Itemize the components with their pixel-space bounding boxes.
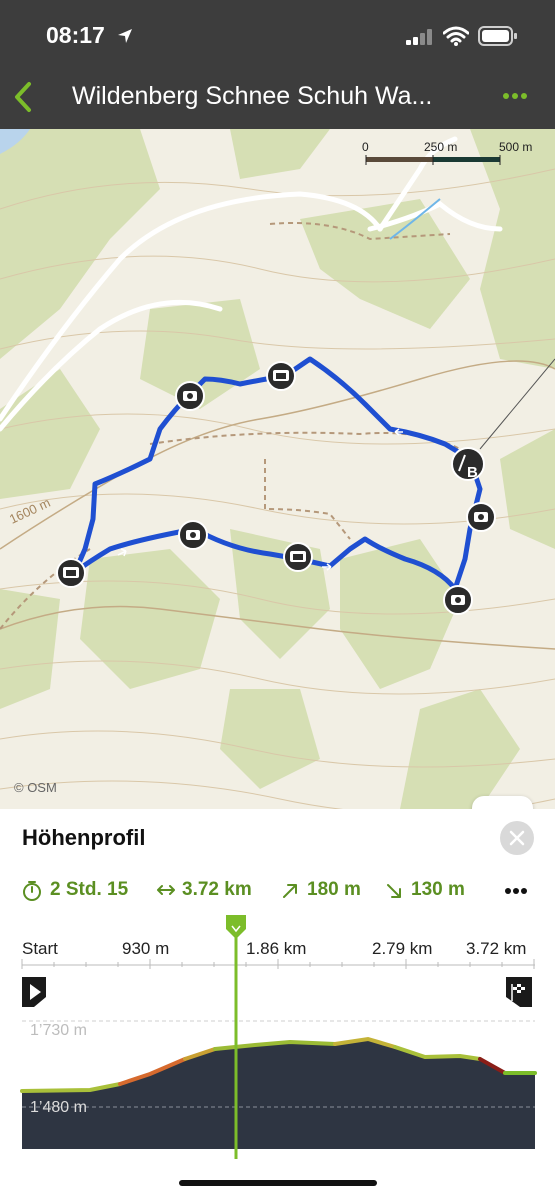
- photo-marker[interactable]: [178, 520, 208, 550]
- photo-marker[interactable]: [283, 542, 313, 572]
- more-options-icon[interactable]: [502, 92, 528, 100]
- location-arrow-icon: [118, 29, 132, 43]
- home-indicator[interactable]: [179, 1180, 377, 1186]
- ascent-arrow-icon: [283, 884, 297, 898]
- stopwatch-icon: [23, 881, 41, 901]
- ascent-value: 180 m: [307, 879, 361, 900]
- back-chevron-icon[interactable]: [10, 80, 36, 114]
- map-attribution[interactable]: © OSM: [14, 780, 57, 795]
- navigation-bar: Wildenberg Schnee Schuh Wa...: [0, 62, 555, 129]
- status-bar: 08:17: [0, 0, 555, 62]
- map-controls: [472, 796, 533, 809]
- start-flag-icon: [22, 977, 46, 1007]
- elevation-label-high: 1’730 m: [30, 1022, 87, 1039]
- cellular-signal-icon: [406, 29, 432, 45]
- duration-value: 2 Std. 15: [50, 879, 129, 900]
- distance-value: 3.72 km: [182, 879, 252, 900]
- elevation-profile-panel: Höhenprofil 2 Std. 15 3.72 km 180 m 130 …: [0, 809, 555, 1200]
- photo-marker[interactable]: [175, 381, 205, 411]
- photo-marker[interactable]: [56, 558, 86, 588]
- scale-label-0: 0: [362, 140, 369, 154]
- photo-marker[interactable]: [443, 585, 473, 615]
- photo-marker[interactable]: [266, 361, 296, 391]
- contour-elevation-label: 1600 m: [7, 495, 53, 527]
- photo-marker[interactable]: [466, 502, 496, 532]
- distance-arrows-icon: [157, 885, 175, 895]
- descent-arrow-icon: [387, 884, 401, 898]
- map-canvas[interactable]: 1600 m 0 250 m 500 m B: [0, 129, 555, 809]
- end-marker-label: B: [467, 464, 478, 481]
- ruler-ticks: [21, 959, 535, 969]
- descent-value: 130 m: [411, 879, 465, 900]
- wifi-icon: [443, 26, 469, 46]
- battery-icon: [478, 26, 517, 46]
- more-stats-icon[interactable]: [504, 887, 528, 895]
- finish-flag-icon: [506, 977, 532, 1007]
- status-time: 08:17: [46, 22, 105, 48]
- close-button[interactable]: [500, 821, 534, 855]
- page-title: Wildenberg Schnee Schuh Wa...: [72, 82, 433, 110]
- elevation-label-low: 1’480 m: [30, 1099, 87, 1116]
- position-cursor-handle[interactable]: [226, 915, 246, 939]
- close-icon[interactable]: [509, 830, 525, 846]
- scale-label-500: 500 m: [499, 140, 532, 154]
- route-end-marker[interactable]: B: [451, 447, 485, 481]
- scale-label-250: 250 m: [424, 140, 457, 154]
- profile-title: Höhenprofil: [22, 825, 146, 850]
- map-view[interactable]: 1600 m 0 250 m 500 m B © OSM: [0, 129, 555, 809]
